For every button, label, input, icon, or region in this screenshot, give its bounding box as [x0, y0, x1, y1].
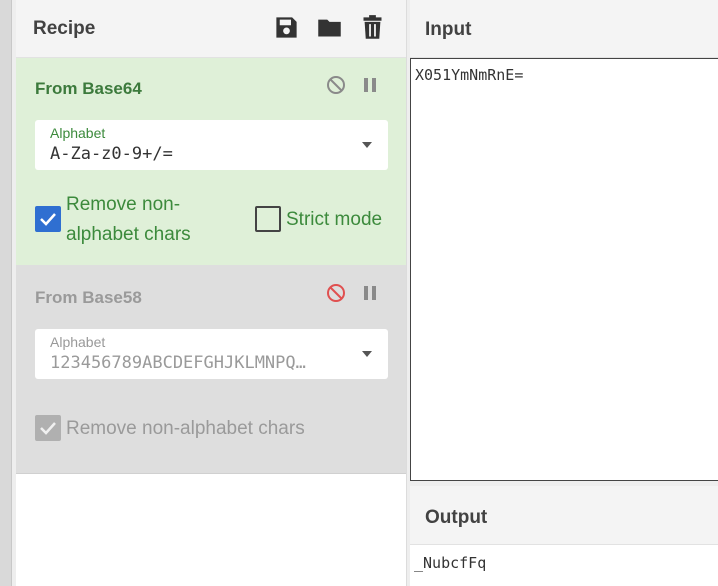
operation-name: From Base58: [35, 288, 142, 307]
remove-nonalpha-label: Remove non-alphabet chars: [66, 418, 305, 439]
trash-icon[interactable]: [359, 14, 386, 41]
recipe-panel: Recipe From Base64 Alphabet A-Za-z0-9+/=…: [16, 0, 406, 586]
disable-icon[interactable]: [326, 283, 346, 308]
operation-from-base58[interactable]: From Base58 Alphabet 123456789ABCDEFGHJK…: [16, 265, 406, 474]
remove-nonalpha-label-line1: Remove non-: [66, 194, 181, 215]
chevron-down-icon: [362, 351, 372, 357]
output-title: Output: [425, 507, 488, 528]
strict-mode-checkbox[interactable]: [255, 206, 281, 232]
input-textarea[interactable]: X051YmNmRnE=: [410, 58, 718, 481]
alphabet-value: 123456789ABCDEFGHJKLMNPQ…: [50, 353, 306, 373]
input-text: X051YmNmRnE=: [415, 66, 524, 84]
alphabet-value: A-Za-z0-9+/=: [50, 144, 173, 164]
pause-icon[interactable]: [362, 76, 378, 99]
output-textarea[interactable]: _NubcfFq: [410, 545, 718, 586]
operation-controls: [326, 75, 378, 100]
operation-controls: [326, 283, 378, 308]
recipe-title: Recipe: [33, 17, 96, 39]
strict-mode-label: Strict mode: [286, 209, 383, 230]
alphabet-select[interactable]: Alphabet 123456789ABCDEFGHJKLMNPQ…: [35, 329, 388, 379]
folder-icon[interactable]: [316, 14, 343, 41]
remove-nonalpha-label-line2: alphabet chars: [66, 224, 191, 245]
recipe-toolbar: [273, 14, 386, 41]
recipe-header: Recipe: [16, 0, 406, 58]
alphabet-label: Alphabet: [50, 125, 106, 141]
remove-nonalpha-checkbox[interactable]: [35, 206, 61, 232]
input-header: Input: [410, 0, 718, 58]
disable-icon[interactable]: [326, 75, 346, 100]
operation-from-base64[interactable]: From Base64 Alphabet A-Za-z0-9+/= Remove…: [16, 58, 406, 265]
pause-icon[interactable]: [362, 284, 378, 307]
alphabet-label: Alphabet: [50, 334, 106, 350]
output-header: Output: [410, 486, 718, 545]
chevron-down-icon: [362, 142, 372, 148]
alphabet-select[interactable]: Alphabet A-Za-z0-9+/=: [35, 120, 388, 170]
operation-name: From Base64: [35, 79, 142, 98]
io-panel: Input X051YmNmRnE= Output _NubcfFq: [410, 0, 718, 586]
input-title: Input: [425, 19, 472, 40]
remove-nonalpha-checkbox[interactable]: [35, 415, 61, 441]
output-text: _NubcfFq: [414, 554, 487, 572]
left-edge-panel: [0, 0, 12, 586]
save-icon[interactable]: [273, 14, 300, 41]
